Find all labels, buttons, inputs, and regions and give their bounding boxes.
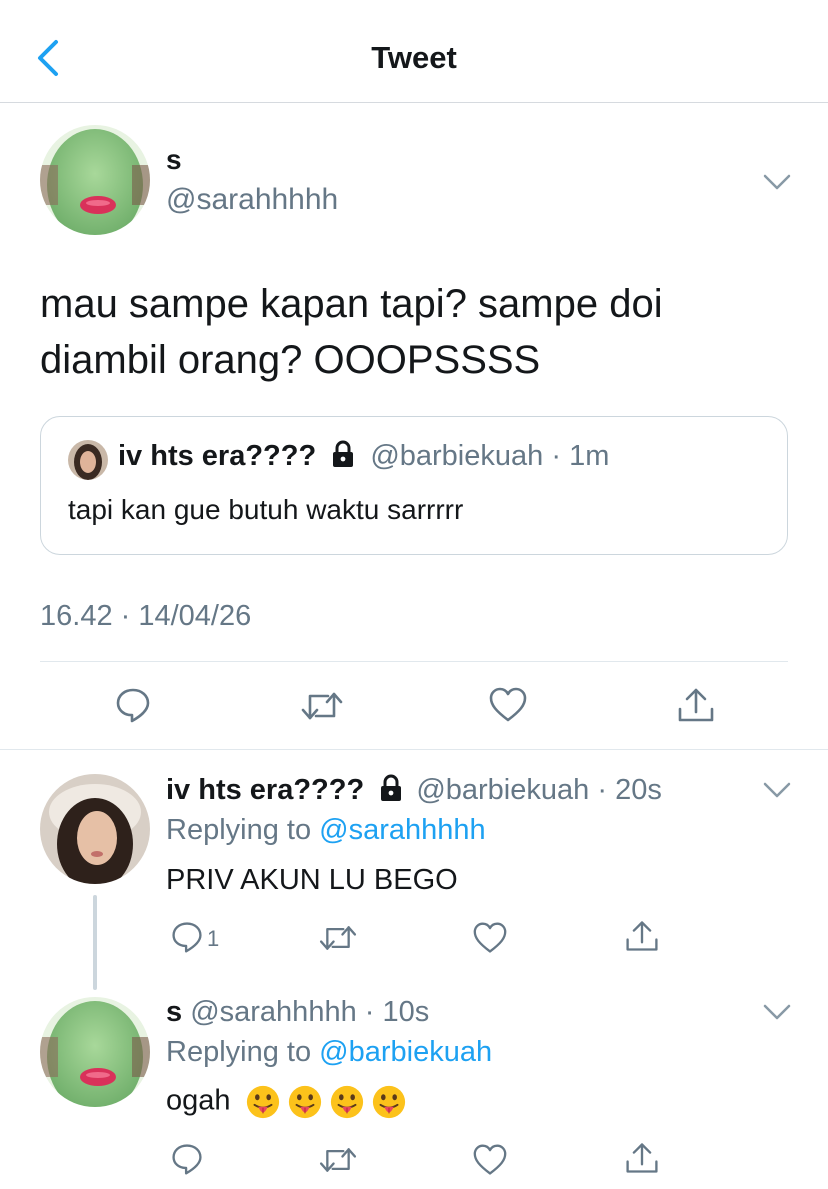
separator-dot: · [364, 996, 375, 1028]
chevron-down-icon [763, 782, 791, 798]
reply-header: s @sarahhhhh · 10s [166, 996, 429, 1029]
reply-author-name[interactable]: iv hts era???? [166, 774, 364, 806]
replying-to: Replying to @barbiekuah [166, 1036, 492, 1069]
reply-time: 20s [615, 774, 662, 806]
quoted-time: 1m [569, 440, 610, 472]
emoji-group [239, 1085, 407, 1119]
divider [40, 661, 788, 662]
lock-icon [333, 440, 354, 467]
retweet-icon [319, 926, 357, 950]
like-button[interactable] [472, 921, 508, 955]
avatar-image [68, 440, 108, 480]
tongue-face-emoji-icon [288, 1085, 321, 1119]
heart-icon [473, 922, 507, 953]
avatar[interactable] [40, 125, 150, 235]
tweet-timestamp: 16.42 · 14/04/26 [40, 600, 252, 632]
like-button[interactable] [488, 686, 528, 724]
quoted-author-name: iv hts era???? [118, 440, 317, 472]
quoted-header: iv hts era???? @barbiekuah · 1m [118, 440, 609, 473]
thread-connector [93, 895, 97, 990]
replying-to-prefix: Replying to [166, 814, 312, 846]
tongue-face-emoji-icon [372, 1085, 405, 1119]
reply-author-handle[interactable]: @sarahhhhh [190, 996, 357, 1028]
tweet-text-line-1: mau sampe kapan tapi? sampe doi [40, 282, 663, 326]
chevron-down-icon [763, 1004, 791, 1020]
comment-icon [172, 922, 202, 953]
quoted-author-handle: @barbiekuah [370, 440, 544, 472]
retweet-button[interactable] [318, 1144, 358, 1176]
chevron-down-icon [763, 174, 791, 190]
top-bar: Tweet [0, 0, 828, 103]
share-button[interactable] [624, 1140, 660, 1176]
reply-time: 10s [382, 996, 430, 1028]
reply-button[interactable] [170, 920, 204, 954]
divider [0, 749, 828, 750]
share-icon [626, 1143, 658, 1173]
author-handle[interactable]: @sarahhhhh [166, 183, 338, 217]
retweet-button[interactable] [318, 922, 358, 954]
more-options-button[interactable] [762, 780, 792, 800]
quoted-avatar [68, 440, 108, 480]
quoted-text: tapi kan gue butuh waktu sarrrrr [68, 494, 464, 525]
share-button[interactable] [624, 918, 660, 954]
replying-to: Replying to @sarahhhhh [166, 814, 486, 847]
reply-text: PRIV AKUN LU BEGO [166, 864, 458, 896]
share-icon [678, 688, 714, 722]
heart-icon [473, 1144, 507, 1175]
tongue-face-emoji-icon [246, 1085, 279, 1119]
lock-icon [381, 774, 402, 801]
more-options-button[interactable] [762, 172, 792, 192]
reply-button[interactable] [114, 686, 152, 724]
quoted-tweet[interactable] [40, 416, 788, 555]
share-icon [626, 921, 658, 951]
reply-author-handle[interactable]: @barbiekuah [416, 774, 589, 806]
page-title: Tweet [371, 40, 457, 75]
tweet-text-line-2: diambil orang? OOOPSSSS [40, 338, 541, 382]
reply-author-name[interactable]: s [166, 996, 182, 1028]
reply-text-row: ogah [166, 1084, 407, 1120]
avatar-image [40, 997, 150, 1107]
comment-icon [172, 1144, 202, 1175]
reply-header: iv hts era???? @barbiekuah · 20s [166, 774, 662, 807]
replying-to-link[interactable]: @sarahhhhh [319, 814, 486, 846]
more-options-button[interactable] [762, 1002, 792, 1022]
heart-icon [489, 687, 527, 722]
replying-to-prefix: Replying to [166, 1036, 312, 1068]
retweet-icon [301, 692, 343, 720]
reply-text: ogah [166, 1084, 231, 1117]
reply-button[interactable] [170, 1142, 204, 1176]
author-name[interactable]: s [166, 144, 182, 176]
replying-to-link[interactable]: @barbiekuah [319, 1036, 492, 1068]
like-button[interactable] [472, 1143, 508, 1177]
reply-avatar[interactable] [40, 774, 150, 884]
separator-dot: · [551, 440, 562, 472]
retweet-button[interactable] [300, 688, 344, 724]
tweet-text: mau sampe kapan tapi? sampe doi diambil … [40, 276, 800, 388]
reply-count: 1 [207, 926, 220, 951]
avatar-image [40, 774, 150, 884]
avatar-image [40, 125, 150, 235]
retweet-icon [319, 1148, 357, 1172]
comment-icon [116, 688, 150, 723]
reply-avatar[interactable] [40, 997, 150, 1107]
share-button[interactable] [676, 685, 716, 725]
separator-dot: · [597, 774, 608, 806]
tongue-face-emoji-icon [330, 1085, 363, 1119]
